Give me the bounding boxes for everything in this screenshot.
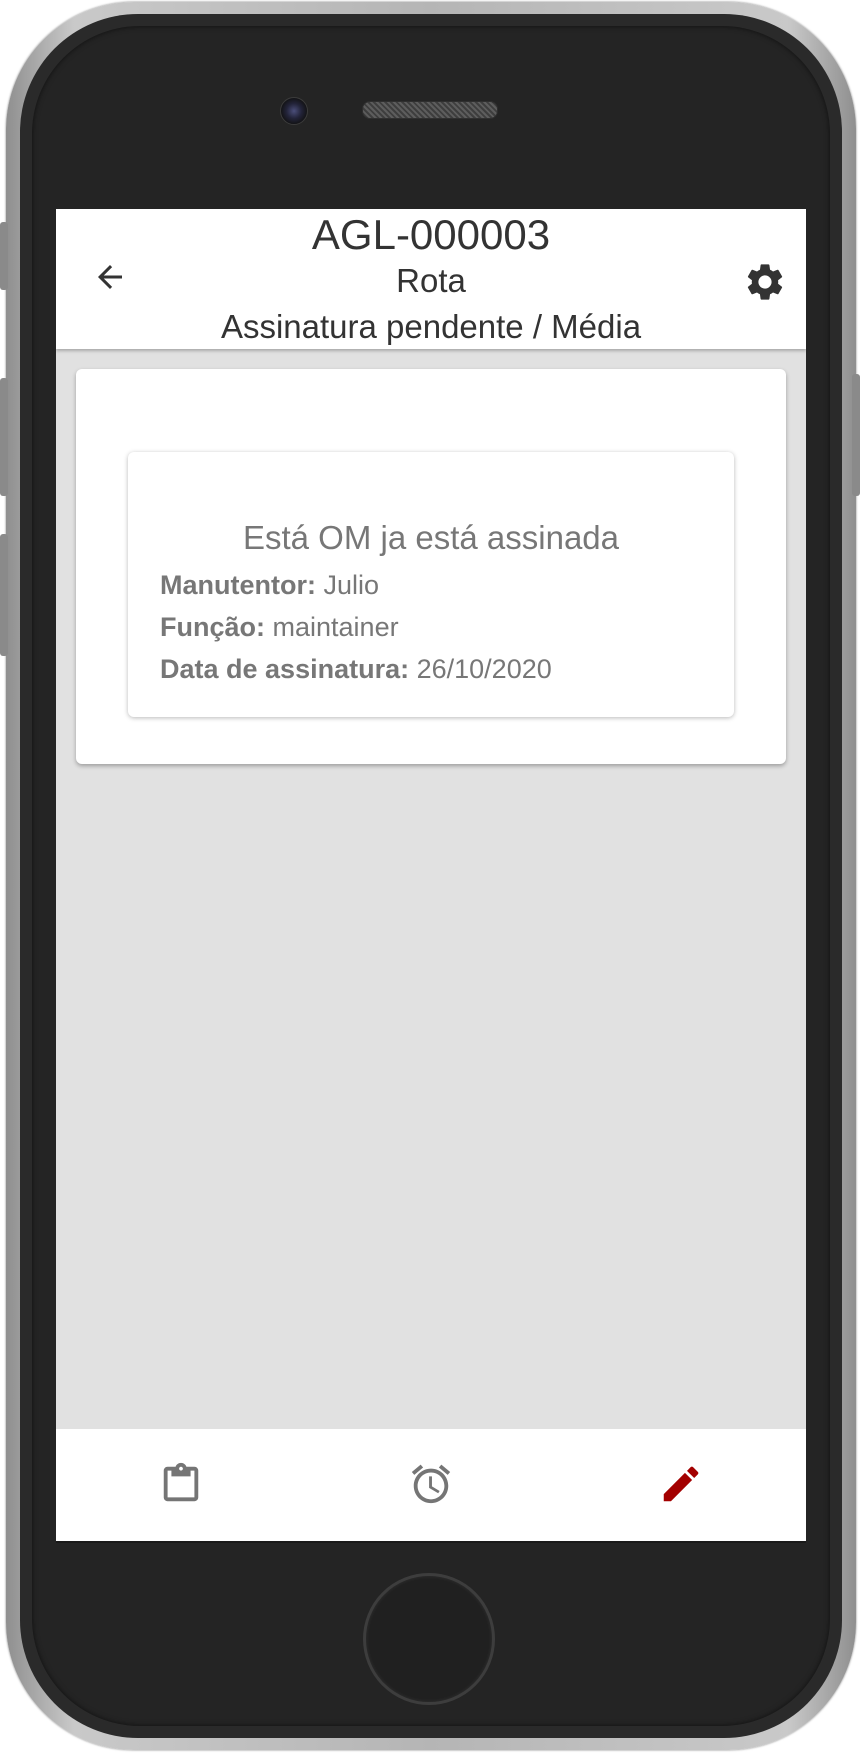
order-id: AGL-000003 bbox=[311, 211, 551, 258]
settings-button[interactable] bbox=[742, 259, 788, 305]
app-screen: AGL-000003 Rota Assinatura pendente / Mé… bbox=[56, 209, 806, 1543]
role-label: Função: bbox=[160, 612, 265, 642]
order-type: Rota bbox=[396, 262, 466, 299]
role-value: maintainer bbox=[272, 612, 399, 642]
alarm-clock-icon bbox=[411, 1464, 451, 1504]
gear-icon bbox=[747, 264, 783, 300]
signature-info-card: Está OM ja está assinada Manutentor: Jul… bbox=[128, 452, 734, 717]
maintainer-row: Manutentor: Julio bbox=[160, 569, 379, 601]
pencil-icon bbox=[663, 1466, 699, 1502]
signature-date-row: Data de assinatura: 26/10/2020 bbox=[160, 653, 552, 685]
order-status: Assinatura pendente / Média bbox=[220, 308, 642, 345]
content-card: Está OM ja está assinada Manutentor: Jul… bbox=[76, 369, 786, 764]
nav-signature-button[interactable] bbox=[656, 1459, 706, 1509]
signed-message: Está OM ja está assinada bbox=[242, 519, 620, 556]
signature-date-label: Data de assinatura: bbox=[160, 654, 410, 684]
home-button[interactable] bbox=[363, 1573, 495, 1705]
maintainer-label: Manutentor: bbox=[160, 570, 316, 600]
clipboard-icon bbox=[163, 1462, 199, 1502]
earpiece-speaker bbox=[362, 101, 498, 119]
signature-date-value: 26/10/2020 bbox=[416, 654, 552, 684]
nav-checklist-button[interactable] bbox=[156, 1459, 206, 1509]
maintainer-value: Julio bbox=[323, 570, 380, 600]
app-header: AGL-000003 Rota Assinatura pendente / Mé… bbox=[56, 209, 806, 349]
role-row: Função: maintainer bbox=[160, 611, 399, 643]
nav-time-button[interactable] bbox=[406, 1459, 456, 1509]
bottom-navigation bbox=[56, 1429, 806, 1543]
front-camera bbox=[280, 97, 308, 125]
